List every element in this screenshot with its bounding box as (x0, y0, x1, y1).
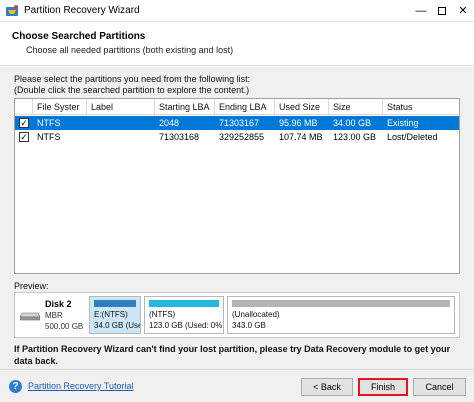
header-checkbox-column[interactable] (15, 99, 33, 115)
cancel-button[interactable]: Cancel (413, 378, 466, 396)
table-row[interactable]: ✓ NTFS 71303168 329252855 107.74 MB 123.… (15, 130, 459, 144)
instruction-line-2: (Double click the searched partition to … (14, 85, 250, 95)
cell-used-size: 95.96 MB (279, 118, 318, 128)
maximize-button[interactable] (431, 2, 453, 20)
maximize-icon (438, 7, 446, 15)
cell-size: 123.00 GB (333, 132, 377, 142)
hard-disk-icon (20, 312, 40, 321)
disk-name: Disk 2 (45, 299, 72, 309)
cell-starting-lba: 2048 (159, 118, 180, 128)
cell-status: Existing (387, 118, 419, 128)
tutorial-link[interactable]: Partition Recovery Tutorial (28, 381, 134, 391)
partition-table: File Syster Label Starting LBA Ending LB… (14, 98, 460, 274)
preview-partition-unallocated[interactable]: (Unallocated) 343.0 GB (227, 296, 455, 334)
back-button[interactable]: < Back (301, 378, 353, 396)
title-bar: Partition Recovery Wizard — ✕ (0, 0, 474, 22)
cell-starting-lba: 71303168 (159, 132, 200, 142)
preview-partition-e[interactable]: E:(NTFS) 34.0 GB (Used: 0% (89, 296, 141, 334)
minimize-button[interactable]: — (410, 2, 432, 20)
window-title: Partition Recovery Wizard (24, 5, 140, 16)
close-button[interactable]: ✕ (452, 2, 474, 20)
disk-type: MBR (45, 311, 63, 320)
cell-ending-lba: 329252855 (219, 132, 265, 142)
disk-preview: Disk 2 MBR 500.00 GB E:(NTFS) 34.0 GB (U… (14, 292, 460, 338)
partition-name: (NTFS) (149, 310, 176, 319)
data-recovery-hint: If Partition Recovery Wizard can't find … (14, 344, 451, 366)
column-size[interactable]: Size (329, 99, 383, 115)
column-used-size[interactable]: Used Size (275, 99, 329, 115)
column-label[interactable]: Label (87, 99, 155, 115)
table-row[interactable]: ✓ NTFS 2048 71303167 95.96 MB 34.00 GB E… (15, 116, 459, 130)
preview-partition-ntfs[interactable]: (NTFS) 123.0 GB (Used: 0% (144, 296, 224, 334)
wizard-header: Choose Searched Partitions Choose all ne… (0, 24, 474, 66)
column-ending-lba[interactable]: Ending LBA (215, 99, 275, 115)
cell-label (87, 130, 155, 144)
instruction-line-1: Please select the partitions you need fr… (14, 74, 251, 84)
cell-file-system: NTFS (37, 132, 61, 142)
row-checkbox[interactable]: ✓ (19, 132, 29, 142)
partition-usage-bar (149, 300, 219, 307)
wizard-footer: ? Partition Recovery Tutorial < Back Fin… (0, 369, 474, 402)
disk-size: 500.00 GB (45, 322, 84, 331)
cell-ending-lba: 71303167 (219, 118, 260, 128)
page-title: Choose Searched Partitions (12, 31, 146, 42)
help-icon[interactable]: ? (9, 380, 22, 393)
row-checkbox[interactable]: ✓ (19, 118, 29, 128)
finish-button[interactable]: Finish (358, 378, 408, 396)
partition-info: 34.0 GB (Used: 0% (94, 321, 140, 330)
cell-used-size: 107.74 MB (279, 132, 323, 142)
table-header: File Syster Label Starting LBA Ending LB… (15, 99, 459, 115)
column-status[interactable]: Status (383, 99, 459, 115)
wizard-body: Please select the partitions you need fr… (0, 67, 474, 369)
preview-label: Preview: (14, 281, 49, 291)
partition-usage-bar (232, 300, 450, 307)
cell-label (87, 116, 155, 130)
column-file-system[interactable]: File Syster (33, 99, 87, 115)
cell-status: Lost/Deleted (387, 132, 438, 142)
page-subtitle: Choose all needed partitions (both exist… (26, 45, 234, 55)
partition-info: 343.0 GB (232, 321, 266, 330)
partition-usage-bar (94, 300, 136, 307)
partition-name: E:(NTFS) (94, 310, 128, 319)
partition-name: (Unallocated) (232, 310, 280, 319)
column-starting-lba[interactable]: Starting LBA (155, 99, 215, 115)
app-logo-icon (6, 5, 18, 16)
cell-file-system: NTFS (37, 118, 61, 128)
partition-info: 123.0 GB (Used: 0% (149, 321, 223, 330)
cell-size: 34.00 GB (333, 118, 372, 128)
